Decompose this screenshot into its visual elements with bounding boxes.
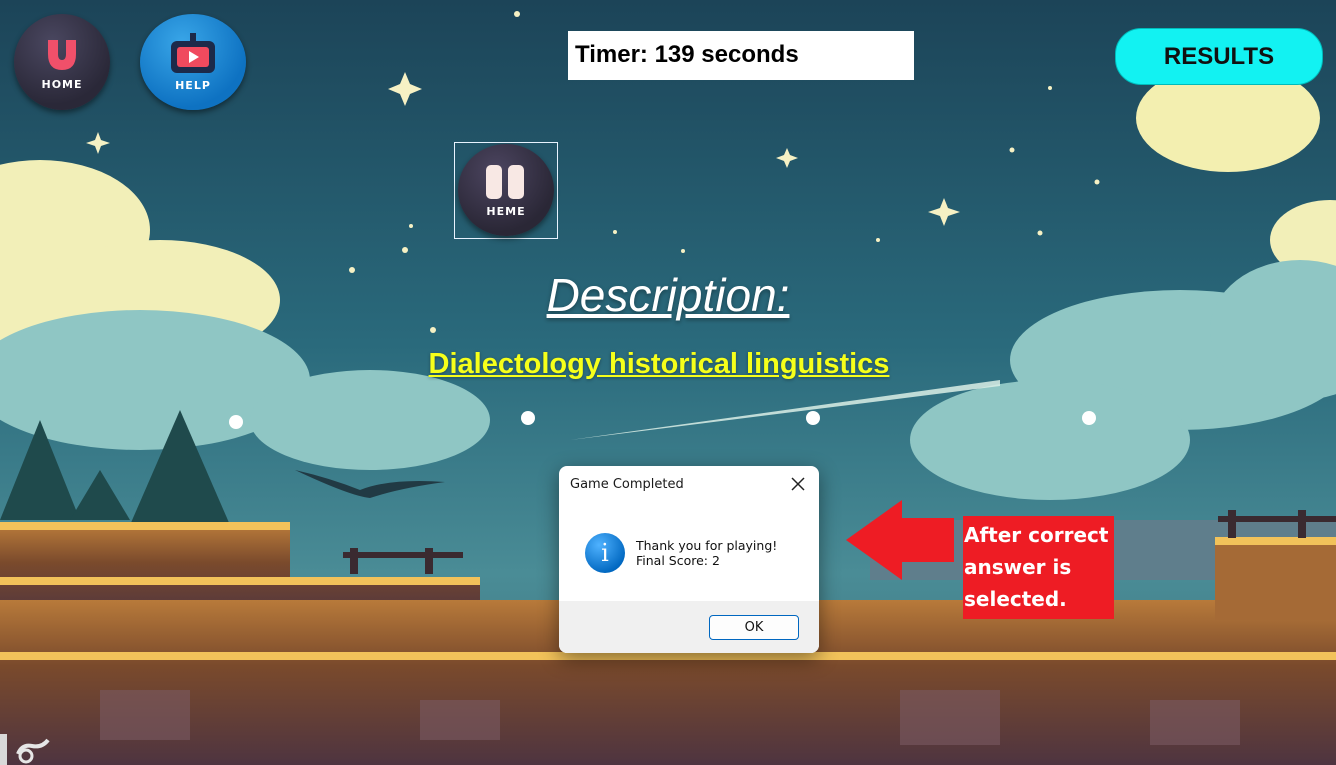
help-button[interactable]: HELP [140, 14, 246, 110]
theme-button[interactable]: HEME [458, 144, 554, 236]
dialog-title: Game Completed [570, 477, 684, 492]
annotation-callout: After correct answer is selected. [963, 516, 1114, 619]
dialog-message: Thank you for playing! Final Score: 2 [636, 538, 777, 568]
tv-play-icon [171, 32, 215, 73]
annotation-arrow-icon [846, 500, 954, 580]
option-dot-2[interactable] [521, 411, 535, 425]
corner-tool-icon [0, 734, 50, 765]
description-text: Dialectology historical linguistics [428, 348, 890, 380]
option-dot-1[interactable] [229, 415, 243, 429]
theme-label: HEME [486, 204, 526, 218]
callout-line-2: answer is [964, 555, 1072, 579]
dialog-message-line-2: Final Score: 2 [636, 553, 720, 568]
home-label: HOME [41, 77, 83, 91]
close-icon[interactable] [785, 473, 811, 495]
option-dot-4[interactable] [1082, 411, 1096, 425]
home-button[interactable]: HOME [14, 14, 110, 110]
option-dot-3[interactable] [806, 411, 820, 425]
dialog-footer: OK [559, 601, 819, 653]
description-heading: Description: [546, 269, 790, 321]
ok-button[interactable]: OK [709, 615, 799, 640]
callout-line-3: selected. [964, 587, 1067, 611]
info-icon: i [585, 533, 625, 573]
help-label: HELP [175, 78, 211, 92]
magnet-u-icon [48, 39, 76, 70]
dialog-message-line-1: Thank you for playing! [636, 538, 778, 553]
callout-line-1: After correct [964, 523, 1109, 547]
results-button[interactable]: RESULTS [1115, 28, 1323, 85]
pause-icon [486, 164, 524, 199]
game-completed-dialog: Game Completed i Thank you for playing! … [559, 466, 819, 653]
theme-button-frame: HEME [454, 142, 558, 239]
timer-display: Timer: 139 seconds [568, 31, 914, 80]
